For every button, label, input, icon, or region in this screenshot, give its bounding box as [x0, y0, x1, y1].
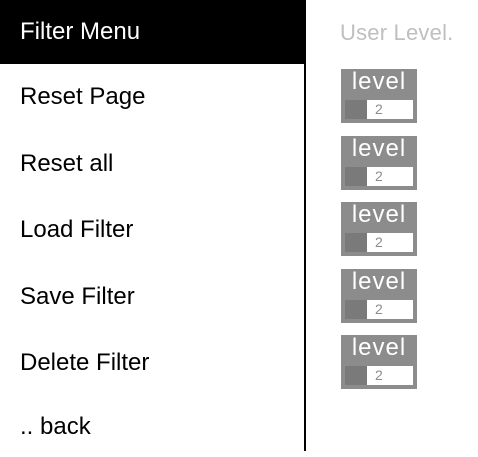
load-filter-item[interactable]: Load Filter [0, 197, 304, 264]
level-badge-word: level [341, 135, 417, 163]
level-badge-value: 2 [367, 233, 413, 252]
menu-title: Filter Menu [0, 0, 304, 64]
level-badge-bar: 2 [341, 162, 417, 190]
level-badge-save-filter: level 2 [341, 268, 417, 323]
delete-filter-item[interactable]: Delete Filter [0, 330, 304, 397]
level-badge-value: 2 [367, 299, 413, 319]
level-badge-marker [345, 166, 367, 186]
level-badge-word: level [341, 268, 417, 296]
level-badge-bar: 2 [341, 229, 417, 256]
reset-all-item[interactable]: Reset all [0, 131, 304, 198]
level-badge-bar: 2 [341, 96, 417, 123]
level-badge-bar: 2 [341, 362, 417, 389]
filter-menu-panel: Filter Menu Reset Page Reset all Load Fi… [0, 0, 306, 451]
back-item[interactable]: .. back [0, 397, 304, 457]
reset-page-item[interactable]: Reset Page [0, 64, 304, 131]
level-badge-marker [345, 100, 367, 119]
level-badge-delete-filter: level 2 [341, 335, 417, 389]
level-badge-reset-all: level 2 [341, 135, 417, 190]
level-badge-marker [345, 233, 367, 252]
level-badge-value: 2 [367, 100, 413, 119]
save-filter-item[interactable]: Save Filter [0, 264, 304, 331]
level-badge-marker [345, 366, 367, 385]
level-badge-column: level 2 level 2 level 2 level 2 level 2 [341, 69, 417, 402]
level-badge-bar: 2 [341, 295, 417, 323]
level-badge-value: 2 [367, 166, 413, 186]
level-badge-reset-page: level 2 [341, 69, 417, 123]
menu-list: Reset Page Reset all Load Filter Save Fi… [0, 64, 304, 457]
level-badge-marker [345, 299, 367, 319]
level-badge-word: level [341, 202, 417, 229]
level-badge-value: 2 [367, 366, 413, 385]
level-badge-load-filter: level 2 [341, 202, 417, 256]
level-badge-word: level [341, 69, 417, 96]
level-badge-word: level [341, 335, 417, 362]
user-level-header: User Level. [340, 20, 454, 45]
